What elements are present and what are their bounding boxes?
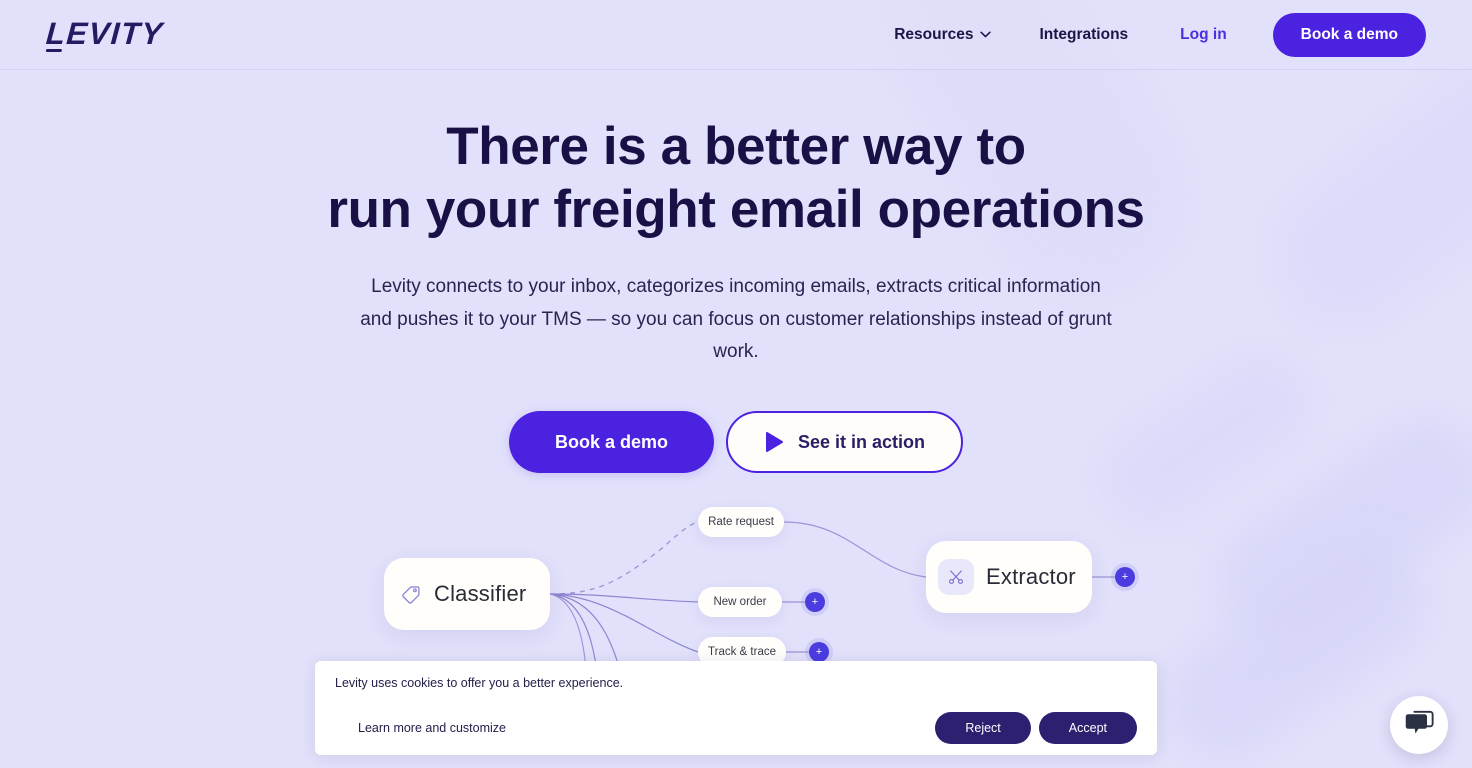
tag-icon [400,583,422,605]
flow-node-label: Classifier [434,581,527,606]
chat-bubble-icon [1404,709,1434,742]
headline-line-1: There is a better way to [446,117,1026,176]
see-it-in-action-button[interactable]: See it in action [726,411,964,474]
cookie-buttons: Reject Accept [935,711,1137,744]
hero-book-demo-button[interactable]: Book a demo [508,411,714,474]
scissors-icon [938,559,974,595]
play-icon [764,431,784,453]
nav-item-label: Log in [1180,25,1227,43]
chat-widget-button[interactable] [1390,696,1448,754]
add-step-button[interactable]: + [805,592,825,612]
cookie-action-row: Learn more and customize Reject Accept [335,711,1137,744]
flow-branch-new-order[interactable]: New order [698,587,782,617]
cookie-message: Levity uses cookies to offer you a bette… [335,676,624,690]
header-book-demo-button[interactable]: Book a demo [1272,12,1426,57]
see-it-in-action-label: See it in action [798,431,926,452]
flow-branch-rate-request[interactable]: Rate request [698,507,784,537]
site-header: LEVITY Resources Integrations Log in Boo… [0,0,1472,70]
add-step-button[interactable]: + [809,642,829,662]
chevron-down-icon [980,31,992,38]
cookie-consent-banner: Levity uses cookies to offer you a bette… [315,661,1157,755]
nav-item-log-in[interactable]: Log in [1152,18,1255,52]
levity-logo[interactable]: LEVITY [45,16,165,51]
hero-section: There is a better way to run your freigh… [0,70,1472,474]
cookie-accept-button[interactable]: Accept [1038,711,1137,744]
nav-item-resources[interactable]: Resources [870,18,1015,52]
flow-node-extractor[interactable]: Extractor [926,541,1092,613]
flow-node-classifier[interactable]: Classifier [384,558,550,630]
cookie-learn-more-link[interactable]: Learn more and customize [358,721,506,735]
headline-line-2: run your freight email operations [327,179,1145,239]
add-step-button[interactable]: + [1115,567,1135,587]
page-title: There is a better way to run your freigh… [236,116,1236,241]
flow-node-label: Extractor [986,564,1076,589]
hero-cta-row: Book a demo See it in action [0,411,1472,474]
nav-item-integrations[interactable]: Integrations [1015,18,1152,52]
main-navigation: Resources Integrations Log in Book a dem… [870,12,1426,57]
nav-item-label: Resources [894,25,974,43]
nav-item-label: Integrations [1039,25,1129,43]
cookie-reject-button[interactable]: Reject [935,711,1031,744]
hero-subtitle: Levity connects to your inbox, categoriz… [360,276,1112,363]
